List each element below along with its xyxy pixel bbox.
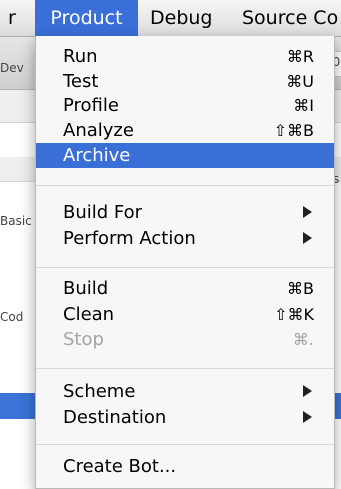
submenu-arrow-icon (303, 411, 312, 423)
menu-separator (36, 444, 334, 445)
menu-item-label: Build For (63, 202, 143, 223)
menu-item-stop[interactable]: Stop ⌘. (36, 327, 334, 352)
background-row-b-left: Cod (0, 310, 24, 324)
menu-item-label: Create Bot... (63, 456, 177, 477)
menu-item-label: Profile (63, 95, 119, 116)
menu-item-build[interactable]: Build ⌘B (36, 276, 334, 301)
menubar-item-product[interactable]: Product (35, 0, 138, 36)
menu-item-shortcut: ⌘U (286, 72, 314, 91)
menu-item-label: Stop (63, 329, 104, 350)
menu-item-build-for[interactable]: Build For (36, 200, 334, 225)
menu-item-label: Destination (63, 407, 167, 428)
menu-item-test[interactable]: Test ⌘U (36, 69, 334, 94)
menu-item-label: Analyze (63, 120, 134, 141)
menu-item-label: Scheme (63, 381, 136, 402)
menu-item-shortcut: ⇧⌘K (274, 305, 314, 324)
menu-item-shortcut: ⌘. (292, 330, 314, 349)
menu-item-label: Build (63, 278, 109, 299)
menu-item-label: Perform Action (63, 228, 196, 249)
menubar: r Product Debug Source Co (0, 0, 341, 37)
submenu-arrow-icon (303, 206, 312, 218)
menu-item-archive[interactable]: Archive (36, 143, 334, 168)
menu-item-label: Test (63, 71, 99, 92)
submenu-arrow-icon (303, 232, 312, 244)
menu-item-label: Archive (63, 145, 131, 166)
menu-item-label: Clean (63, 304, 115, 325)
menubar-item-previous[interactable]: r (4, 0, 20, 36)
product-menu: Run ⌘R Test ⌘U Profile ⌘I Analyze ⇧⌘B Ar… (35, 36, 335, 489)
submenu-arrow-icon (303, 385, 312, 397)
menu-item-shortcut: ⌘B (287, 279, 314, 298)
menu-item-profile[interactable]: Profile ⌘I (36, 93, 334, 118)
menu-item-destination[interactable]: Destination (36, 405, 334, 430)
background-row-a-left: Basic (0, 214, 32, 228)
menu-item-label: Run (63, 46, 98, 67)
menu-item-create-bot[interactable]: Create Bot... (36, 454, 334, 479)
menubar-item-source-control[interactable]: Source Co (242, 0, 338, 36)
menu-separator (36, 267, 334, 268)
menu-item-clean[interactable]: Clean ⇧⌘K (36, 302, 334, 327)
menu-item-shortcut: ⇧⌘B (273, 121, 314, 140)
menu-separator (36, 185, 334, 186)
menu-separator (36, 368, 334, 369)
menu-item-shortcut: ⌘I (293, 96, 314, 115)
menu-item-perform-action[interactable]: Perform Action (36, 226, 334, 251)
menu-item-shortcut: ⌘R (286, 47, 314, 66)
menu-item-run[interactable]: Run ⌘R (36, 44, 334, 69)
menubar-item-debug[interactable]: Debug (150, 0, 212, 36)
menu-item-scheme[interactable]: Scheme (36, 379, 334, 404)
background-toolbar-left-text: Dev (0, 61, 24, 75)
menu-item-analyze[interactable]: Analyze ⇧⌘B (36, 118, 334, 143)
